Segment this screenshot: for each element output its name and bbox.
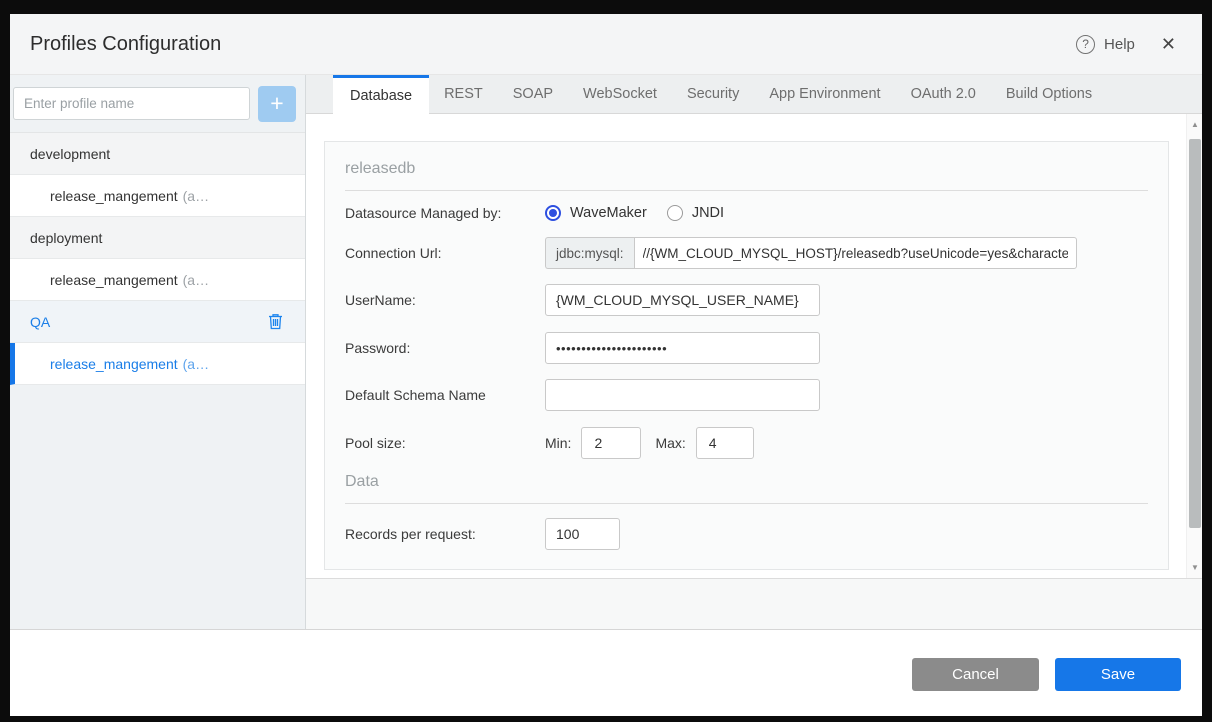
pool-min-input[interactable] [581, 427, 642, 459]
section-title-releasedb: releasedb [345, 160, 416, 177]
radio-wavemaker-icon [545, 205, 561, 221]
pool-size-row: Pool size: Min: Max: [345, 427, 1148, 459]
pool-max-input[interactable] [695, 427, 754, 459]
tab-app-environment[interactable]: App Environment [754, 75, 895, 113]
schema-label: Default Schema Name [345, 387, 486, 403]
jdbc-prefix-addon: jdbc:mysql: [545, 237, 634, 269]
profile-group-qa[interactable]: QA [10, 301, 305, 343]
profile-create-row: + [10, 75, 305, 132]
tab-database[interactable]: Database [333, 75, 430, 114]
main-area: Database REST SOAP WebSocket Security Ap… [306, 75, 1202, 629]
connection-url-label: Connection Url: [345, 245, 442, 261]
profile-group-deployment[interactable]: deployment [10, 217, 305, 259]
radio-option-wavemaker[interactable]: WaveMaker [545, 205, 647, 221]
records-row: Records per request: [345, 518, 1148, 550]
pool-max-label: Max: [655, 435, 686, 451]
password-label: Password: [345, 340, 411, 356]
schema-input[interactable] [545, 379, 820, 411]
dialog-body: + development release_mangement (a… depl… [10, 75, 1202, 630]
records-label: Records per request: [345, 526, 476, 542]
section-divider [345, 190, 1148, 191]
close-icon[interactable]: ✕ [1161, 35, 1176, 53]
profile-item-label: release_mangement [50, 187, 178, 204]
help-icon: ? [1076, 34, 1096, 54]
add-profile-button[interactable]: + [258, 85, 296, 122]
radio-jndi-label: JNDI [691, 205, 725, 221]
datasource-row: Datasource Managed by: WaveMaker JNDI [345, 205, 1148, 221]
radio-jndi-icon [666, 205, 683, 221]
scrollbar-thumb[interactable] [1189, 139, 1201, 528]
schema-row: Default Schema Name [345, 379, 1148, 411]
profile-item-suffix: (a… [182, 271, 210, 288]
tab-websocket[interactable]: WebSocket [568, 75, 672, 113]
content-scrollbar[interactable]: ▲ ▼ [1186, 114, 1202, 578]
cancel-button[interactable]: Cancel [912, 658, 1039, 691]
tab-content: releasedb Datasource Managed by: WaveMak… [306, 114, 1202, 578]
radio-wavemaker-label: WaveMaker [570, 205, 647, 221]
tab-build-options[interactable]: Build Options [991, 75, 1107, 113]
profile-item-qa-release[interactable]: release_mangement (a… [10, 343, 305, 385]
profile-item-suffix: (a… [182, 187, 210, 204]
tab-security[interactable]: Security [672, 75, 754, 113]
section-title-data: Data [345, 473, 379, 490]
save-button[interactable]: Save [1055, 658, 1181, 691]
radio-option-jndi[interactable]: JNDI [666, 205, 725, 221]
connection-url-group: jdbc:mysql: [545, 237, 1077, 269]
delete-profile-icon[interactable] [268, 313, 283, 330]
scroll-down-icon[interactable]: ▼ [1187, 563, 1203, 572]
pool-min-label: Min: [545, 435, 572, 451]
username-row: UserName: [345, 284, 1148, 316]
connection-url-row: Connection Url: jdbc:mysql: [345, 237, 1148, 269]
profile-group-label: QA [30, 313, 51, 330]
tab-rest[interactable]: REST [429, 75, 498, 113]
content-bottom-strip [306, 578, 1202, 629]
username-input[interactable] [545, 284, 820, 316]
password-row: Password: [345, 332, 1148, 364]
profile-item-label: release_mangement [50, 355, 178, 372]
config-tabbar: Database REST SOAP WebSocket Security Ap… [306, 75, 1202, 114]
profile-item-development-release[interactable]: release_mangement (a… [10, 175, 305, 217]
dialog-header: Profiles Configuration ? Help ✕ [10, 14, 1202, 75]
profile-item-suffix: (a… [182, 355, 210, 372]
help-button[interactable]: ? Help [1076, 34, 1135, 54]
plus-icon: + [270, 90, 284, 116]
profiles-list: development release_mangement (a… deploy… [10, 132, 305, 385]
tab-soap[interactable]: SOAP [498, 75, 568, 113]
header-actions: ? Help ✕ [1076, 34, 1176, 54]
password-input[interactable] [545, 332, 820, 364]
dialog-title: Profiles Configuration [30, 32, 222, 55]
profile-name-input[interactable] [13, 87, 250, 120]
datasource-label: Datasource Managed by: [345, 205, 502, 221]
scroll-up-icon[interactable]: ▲ [1187, 120, 1203, 129]
tab-oauth[interactable]: OAuth 2.0 [896, 75, 991, 113]
profile-item-deployment-release[interactable]: release_mangement (a… [10, 259, 305, 301]
pool-size-label: Pool size: [345, 435, 406, 451]
profile-group-label: deployment [30, 229, 103, 246]
records-input[interactable] [545, 518, 620, 550]
section-divider [345, 503, 1148, 504]
database-form-panel: releasedb Datasource Managed by: WaveMak… [324, 141, 1169, 570]
profile-group-label: development [30, 145, 111, 162]
profiles-sidebar: + development release_mangement (a… depl… [10, 75, 306, 629]
profiles-configuration-dialog: Profiles Configuration ? Help ✕ + [10, 14, 1202, 716]
connection-url-input[interactable] [633, 237, 1077, 269]
help-label: Help [1104, 35, 1135, 53]
profile-group-development[interactable]: development [10, 133, 305, 175]
profile-item-label: release_mangement [50, 271, 178, 288]
screen-backdrop: Profiles Configuration ? Help ✕ + [0, 0, 1212, 722]
username-label: UserName: [345, 292, 416, 308]
dialog-footer: Cancel Save [10, 630, 1202, 716]
